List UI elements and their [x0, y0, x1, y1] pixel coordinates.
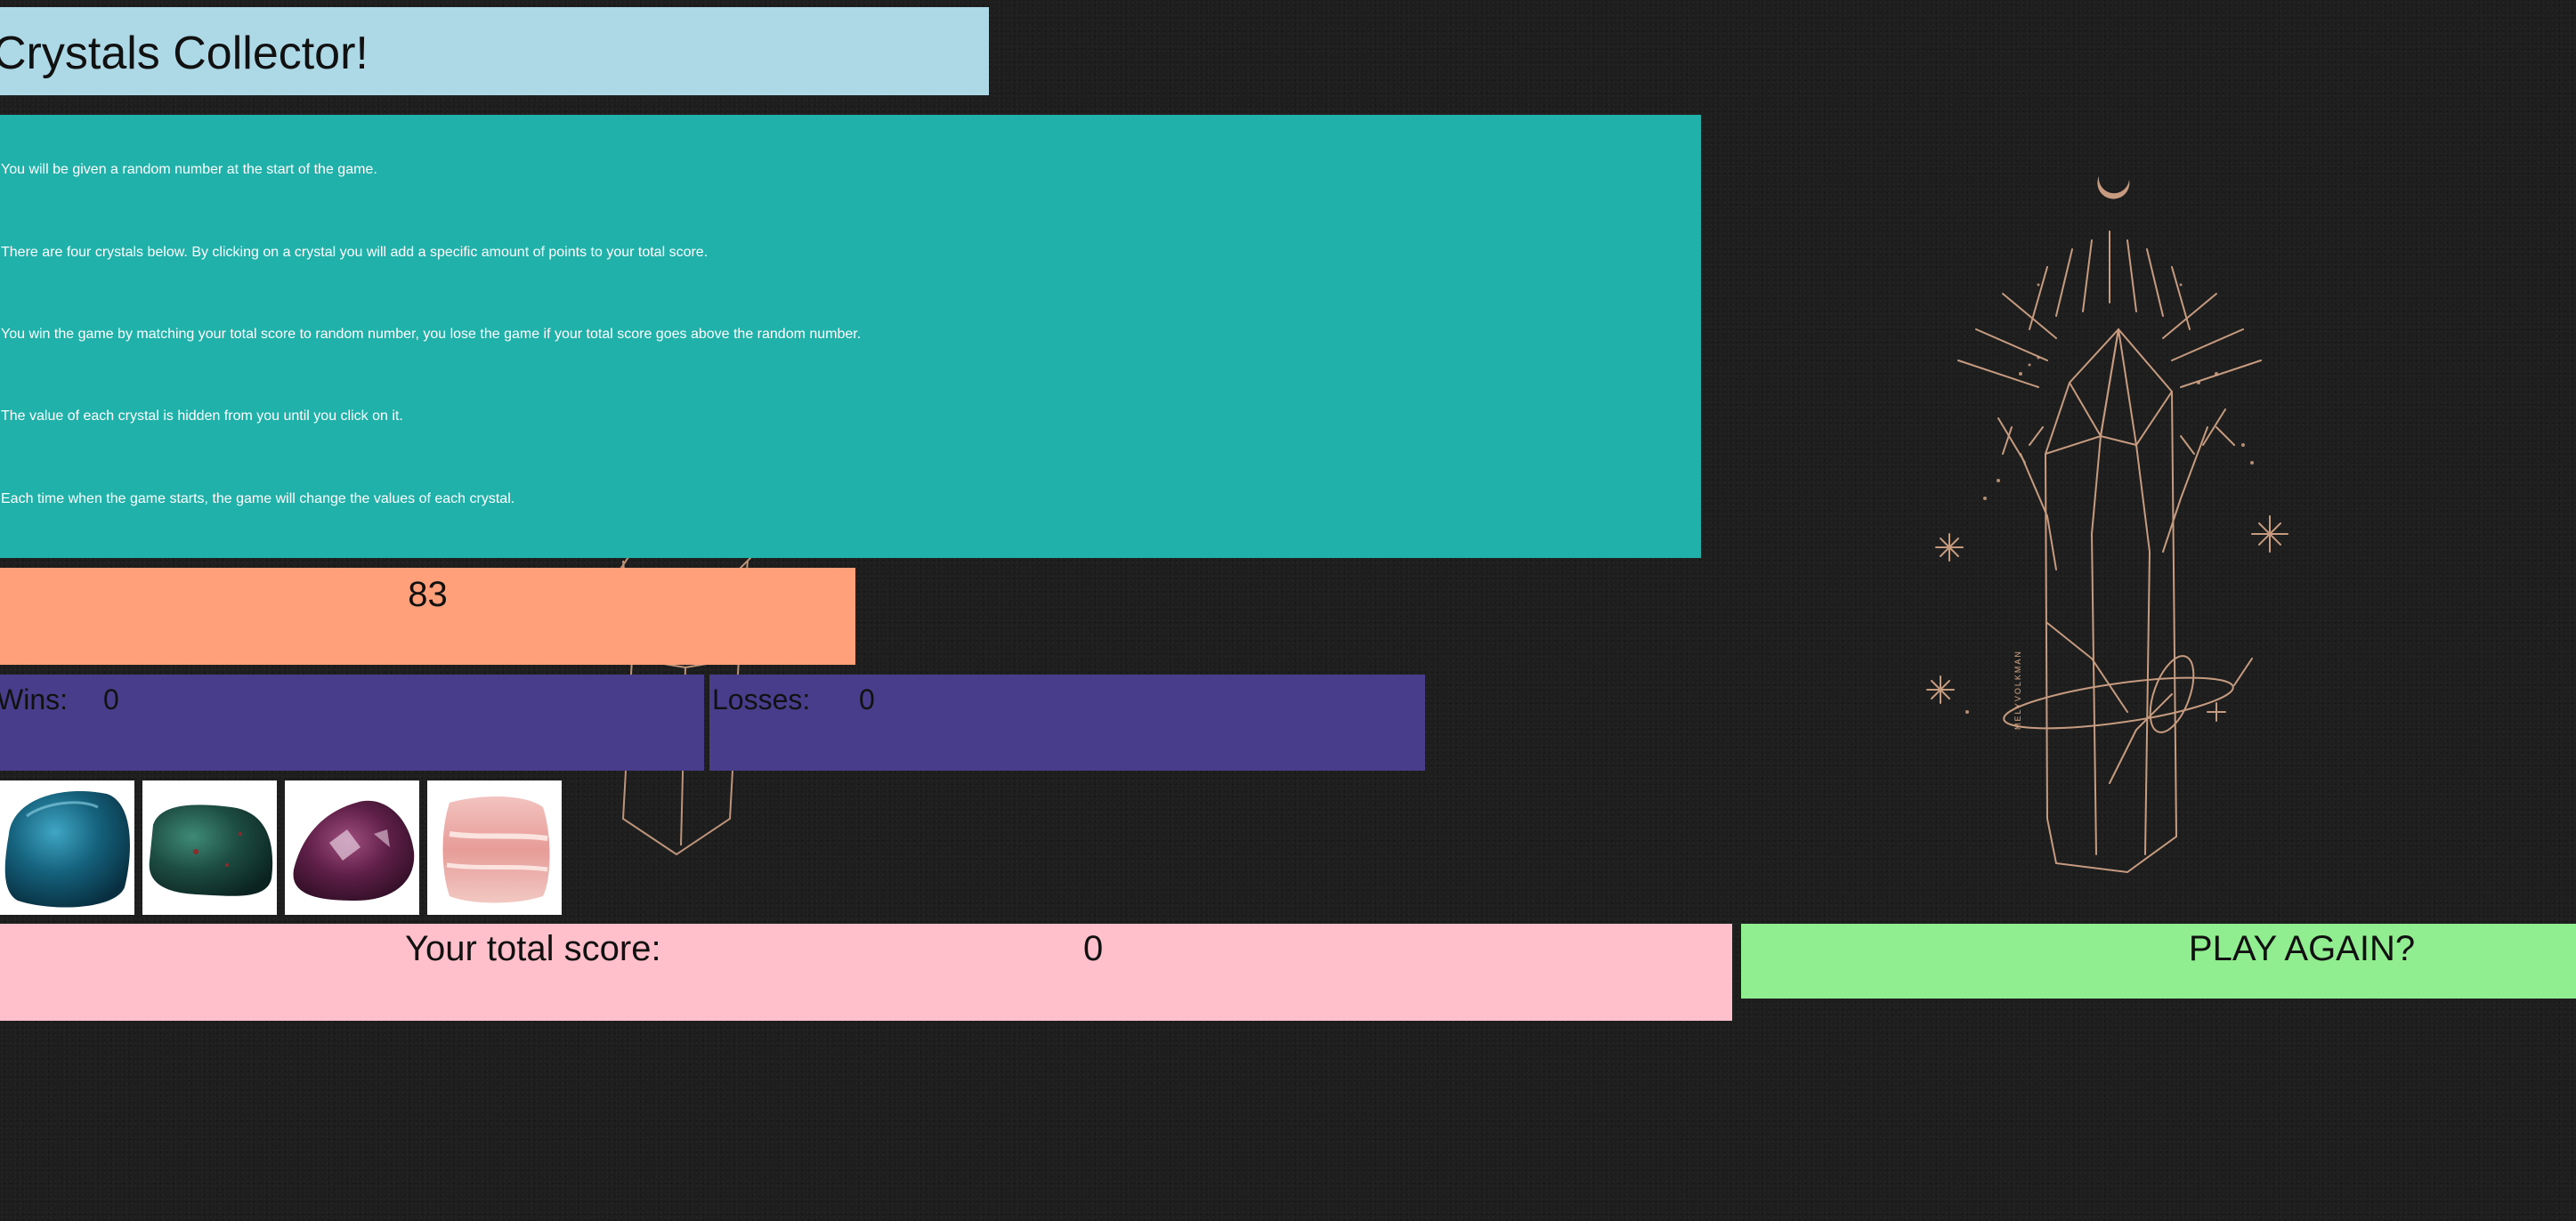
play-again-button[interactable]: PLAY AGAIN? — [1741, 924, 2576, 999]
crystal-artwork-illustration: MELYVOLKMAN — [1926, 176, 2288, 874]
total-score-value: 0 — [1083, 929, 1104, 968]
instruction-line: The value of each crystal is hidden from… — [1, 408, 403, 424]
instruction-line: Each time when the game starts, the game… — [1, 491, 515, 506]
instruction-line: You win the game by matching your total … — [1, 327, 862, 342]
wins-box: Wins: 0 — [0, 675, 704, 771]
instruction-line: There are four crystals below. By clicki… — [1, 245, 709, 260]
artwork-signature: MELYVOLKMAN — [2013, 650, 2022, 730]
green-crystal-icon — [149, 805, 273, 896]
crystal-button-3[interactable] — [285, 780, 419, 915]
losses-count: 0 — [859, 683, 875, 716]
play-again-label: PLAY AGAIN? — [2188, 929, 2416, 968]
total-score-box: Your total score: 0 — [0, 924, 1732, 1021]
total-score-label: Your total score: — [405, 929, 661, 968]
pink-crystal-icon — [442, 796, 550, 903]
wins-label: Wins: — [0, 683, 68, 716]
random-number: 83 — [408, 575, 448, 614]
losses-label: Losses: — [712, 683, 811, 716]
page-title: Crystals Collector! — [0, 28, 369, 79]
wins-count: 0 — [103, 683, 119, 716]
instructions-panel: You will be given a random number at the… — [0, 115, 1701, 558]
crystal-button-1[interactable] — [0, 780, 134, 915]
instruction-line: You will be given a random number at the… — [1, 162, 377, 177]
blue-crystal-icon — [4, 791, 130, 908]
title-bar: Crystals Collector! — [0, 7, 989, 95]
crystal-button-4[interactable] — [427, 780, 562, 915]
random-number-box: 83 — [0, 568, 855, 665]
purple-crystal-icon — [293, 800, 415, 901]
crystal-button-2[interactable] — [142, 780, 277, 915]
losses-box: Losses: 0 — [709, 675, 1425, 771]
